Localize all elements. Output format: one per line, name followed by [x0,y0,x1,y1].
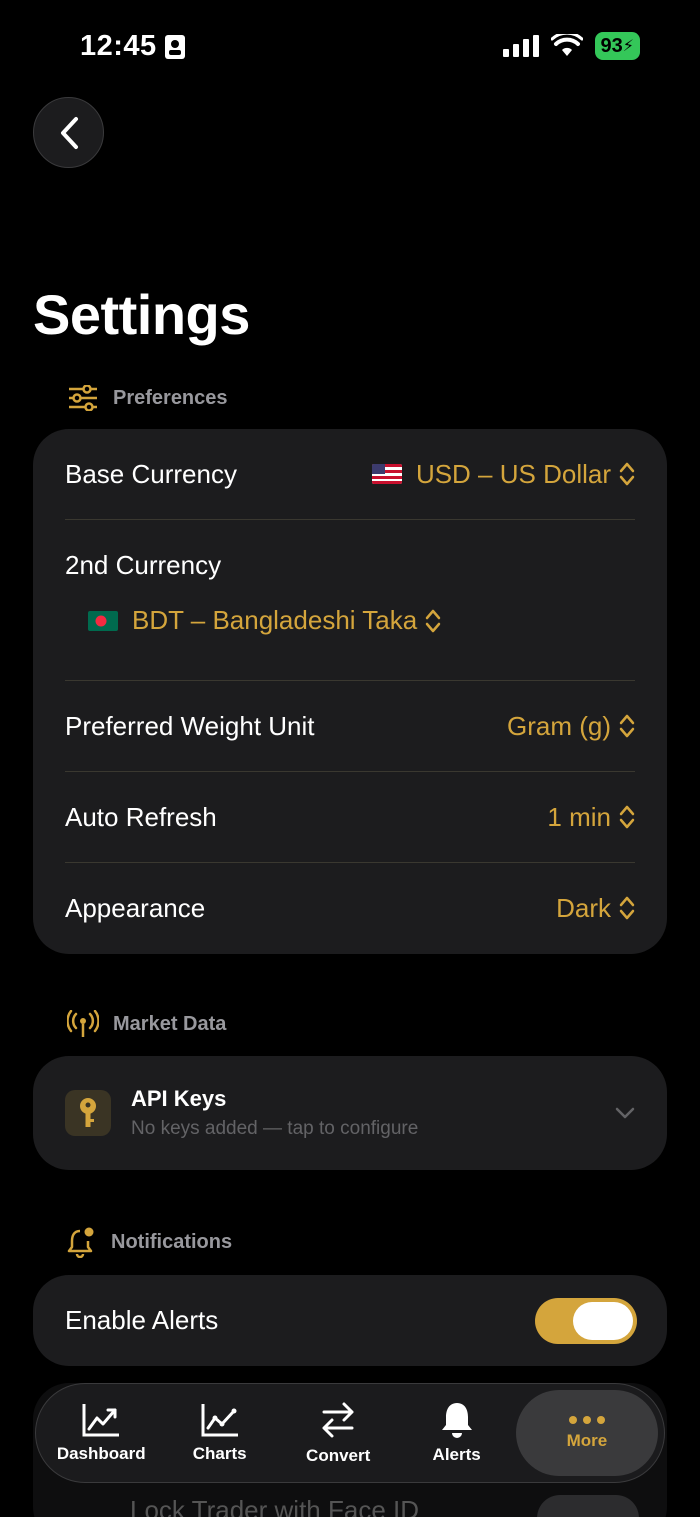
chevron-left-icon [60,116,78,149]
base-currency-label: Base Currency [65,458,237,489]
ellipsis-icon [568,1416,605,1424]
api-keys-title: API Keys [131,1086,227,1111]
line-chart-icon [201,1404,238,1437]
bell-badge-icon [67,1227,94,1258]
toggle-knob [573,1301,633,1340]
key-icon [65,1090,111,1136]
page-title: Settings [33,283,250,346]
chevron-up-down-icon [619,896,635,920]
weight-unit-label: Preferred Weight Unit [65,710,315,741]
preferences-card: Base Currency USD – US Dollar 2nd Curren… [33,429,667,954]
back-button[interactable] [33,97,104,168]
bell-icon [441,1403,472,1438]
enable-alerts-toggle[interactable] [535,1297,637,1344]
chart-up-icon [82,1404,120,1437]
wifi-icon [550,34,583,56]
chevron-up-down-icon [425,609,441,632]
appearance-label: Appearance [65,892,206,923]
base-currency-picker[interactable]: USD – US Dollar [371,459,635,490]
second-currency-label: 2nd Currency [65,550,222,580]
bd-flag-icon [88,610,118,631]
chevron-up-down-icon [619,714,635,738]
auto-refresh-label: Auto Refresh [65,801,217,832]
auto-refresh-row[interactable]: Auto Refresh 1 min [33,772,667,862]
api-keys-text: API Keys No keys added — tap to configur… [131,1086,595,1140]
tab-convert[interactable]: Convert [279,1390,397,1476]
antenna-icon [67,1010,99,1037]
tab-charts[interactable]: Charts [160,1390,278,1476]
tab-more[interactable]: More [515,1390,659,1476]
base-currency-row[interactable]: Base Currency USD – US Dollar [33,429,667,519]
api-keys-row[interactable]: API Keys No keys added — tap to configur… [33,1056,667,1170]
chevron-up-down-icon [619,462,635,486]
second-currency-row[interactable]: 2nd Currency BDT – Bangladeshi Taka [33,520,667,680]
enable-alerts-label: Enable Alerts [65,1305,219,1335]
weight-unit-picker[interactable]: Gram (g) [507,711,635,742]
sliders-icon [69,385,97,411]
auto-refresh-picker[interactable]: 1 min [547,802,635,833]
tab-alerts[interactable]: Alerts [397,1390,515,1476]
tab-bar: Dashboard Charts Convert Alerts More [35,1383,665,1483]
api-keys-subtitle: No keys added — tap to configure [131,1118,419,1139]
battery-icon: 93 ⚡ [594,32,640,60]
section-header-preferences: Preferences [67,385,228,411]
enable-alerts-row: Enable Alerts [33,1275,667,1366]
section-header-notifications: Notifications [67,1226,232,1258]
appearance-picker[interactable]: Dark [556,893,635,924]
status-time: 12:45 [80,30,185,63]
section-header-market-data: Market Data [67,1010,226,1038]
chevron-down-icon [615,1107,635,1119]
face-id-lock-label: Lock Trader with Face ID [130,1495,419,1517]
second-currency-picker[interactable]: BDT – Bangladeshi Taka [88,605,441,636]
chevron-up-down-icon [619,805,635,829]
appearance-row[interactable]: Appearance Dark [33,863,667,953]
weight-unit-row[interactable]: Preferred Weight Unit Gram (g) [33,681,667,771]
arrows-swap-icon [322,1402,354,1438]
charging-bolt-icon: ⚡ [622,38,634,55]
settings-screen: 12:45 93 ⚡ Settings Preferences Base Cur… [0,0,700,1517]
cellular-signal-icon [502,35,539,57]
tab-dashboard[interactable]: Dashboard [42,1390,160,1476]
contact-card-icon [164,34,185,59]
us-flag-icon [371,464,402,484]
face-id-toggle[interactable] [537,1495,639,1517]
status-indicators: 93 ⚡ [502,32,640,60]
